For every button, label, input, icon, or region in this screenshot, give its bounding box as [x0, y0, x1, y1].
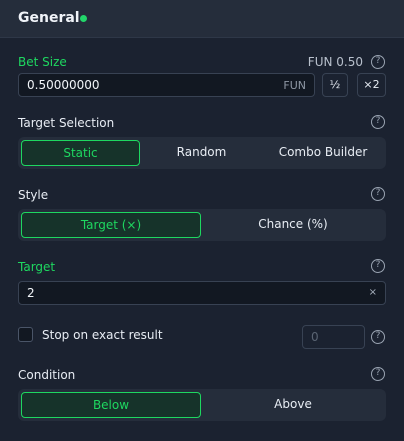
- style-chance[interactable]: Chance (%): [203, 212, 383, 238]
- target-input[interactable]: 2 ×: [18, 281, 386, 305]
- bet-size-summary: FUN 0.50: [307, 55, 363, 69]
- bet-size-value: 0.50000000: [27, 78, 100, 92]
- target-value: 2: [27, 286, 35, 300]
- panel-header[interactable]: General: [0, 0, 404, 38]
- double-bet-button[interactable]: ×2: [357, 73, 386, 97]
- target-selection-combo-builder[interactable]: Combo Builder: [263, 140, 383, 166]
- panel-title: General: [18, 10, 80, 26]
- target-selection-random[interactable]: Random: [142, 140, 261, 166]
- style-target[interactable]: Target (×): [21, 212, 201, 238]
- condition-label: Condition: [18, 368, 76, 382]
- condition-help-icon[interactable]: ?: [371, 367, 385, 381]
- target-label: Target: [18, 260, 56, 274]
- bet-size-label: Bet Size: [18, 55, 67, 69]
- half-bet-button[interactable]: ½: [322, 73, 348, 97]
- target-help-icon[interactable]: ?: [371, 259, 385, 273]
- clear-target-icon[interactable]: ×: [369, 287, 377, 298]
- condition-segmented: Below Above: [18, 389, 386, 421]
- style-segmented: Target (×) Chance (%): [18, 209, 386, 241]
- condition-above[interactable]: Above: [203, 392, 383, 418]
- stop-on-exact-checkbox[interactable]: [18, 327, 33, 342]
- stop-on-exact-help-icon[interactable]: ?: [371, 330, 385, 344]
- exact-result-input[interactable]: 0: [302, 325, 365, 349]
- target-selection-segmented: Static Random Combo Builder: [18, 137, 386, 169]
- target-selection-help-icon[interactable]: ?: [371, 115, 385, 129]
- status-dot-icon: [80, 15, 87, 22]
- general-panel: General Bet Size FUN 0.50 ? 0.50000000 F…: [0, 0, 404, 441]
- bet-size-input[interactable]: 0.50000000 FUN: [18, 73, 315, 97]
- style-label: Style: [18, 188, 49, 202]
- target-selection-label: Target Selection: [18, 116, 115, 130]
- bet-size-currency: FUN: [283, 79, 306, 92]
- target-selection-static[interactable]: Static: [21, 140, 140, 166]
- condition-below[interactable]: Below: [21, 392, 201, 418]
- stop-on-exact-label: Stop on exact result: [42, 328, 163, 342]
- exact-result-placeholder: 0: [311, 330, 319, 344]
- style-help-icon[interactable]: ?: [371, 187, 385, 201]
- bet-size-help-icon[interactable]: ?: [371, 55, 385, 69]
